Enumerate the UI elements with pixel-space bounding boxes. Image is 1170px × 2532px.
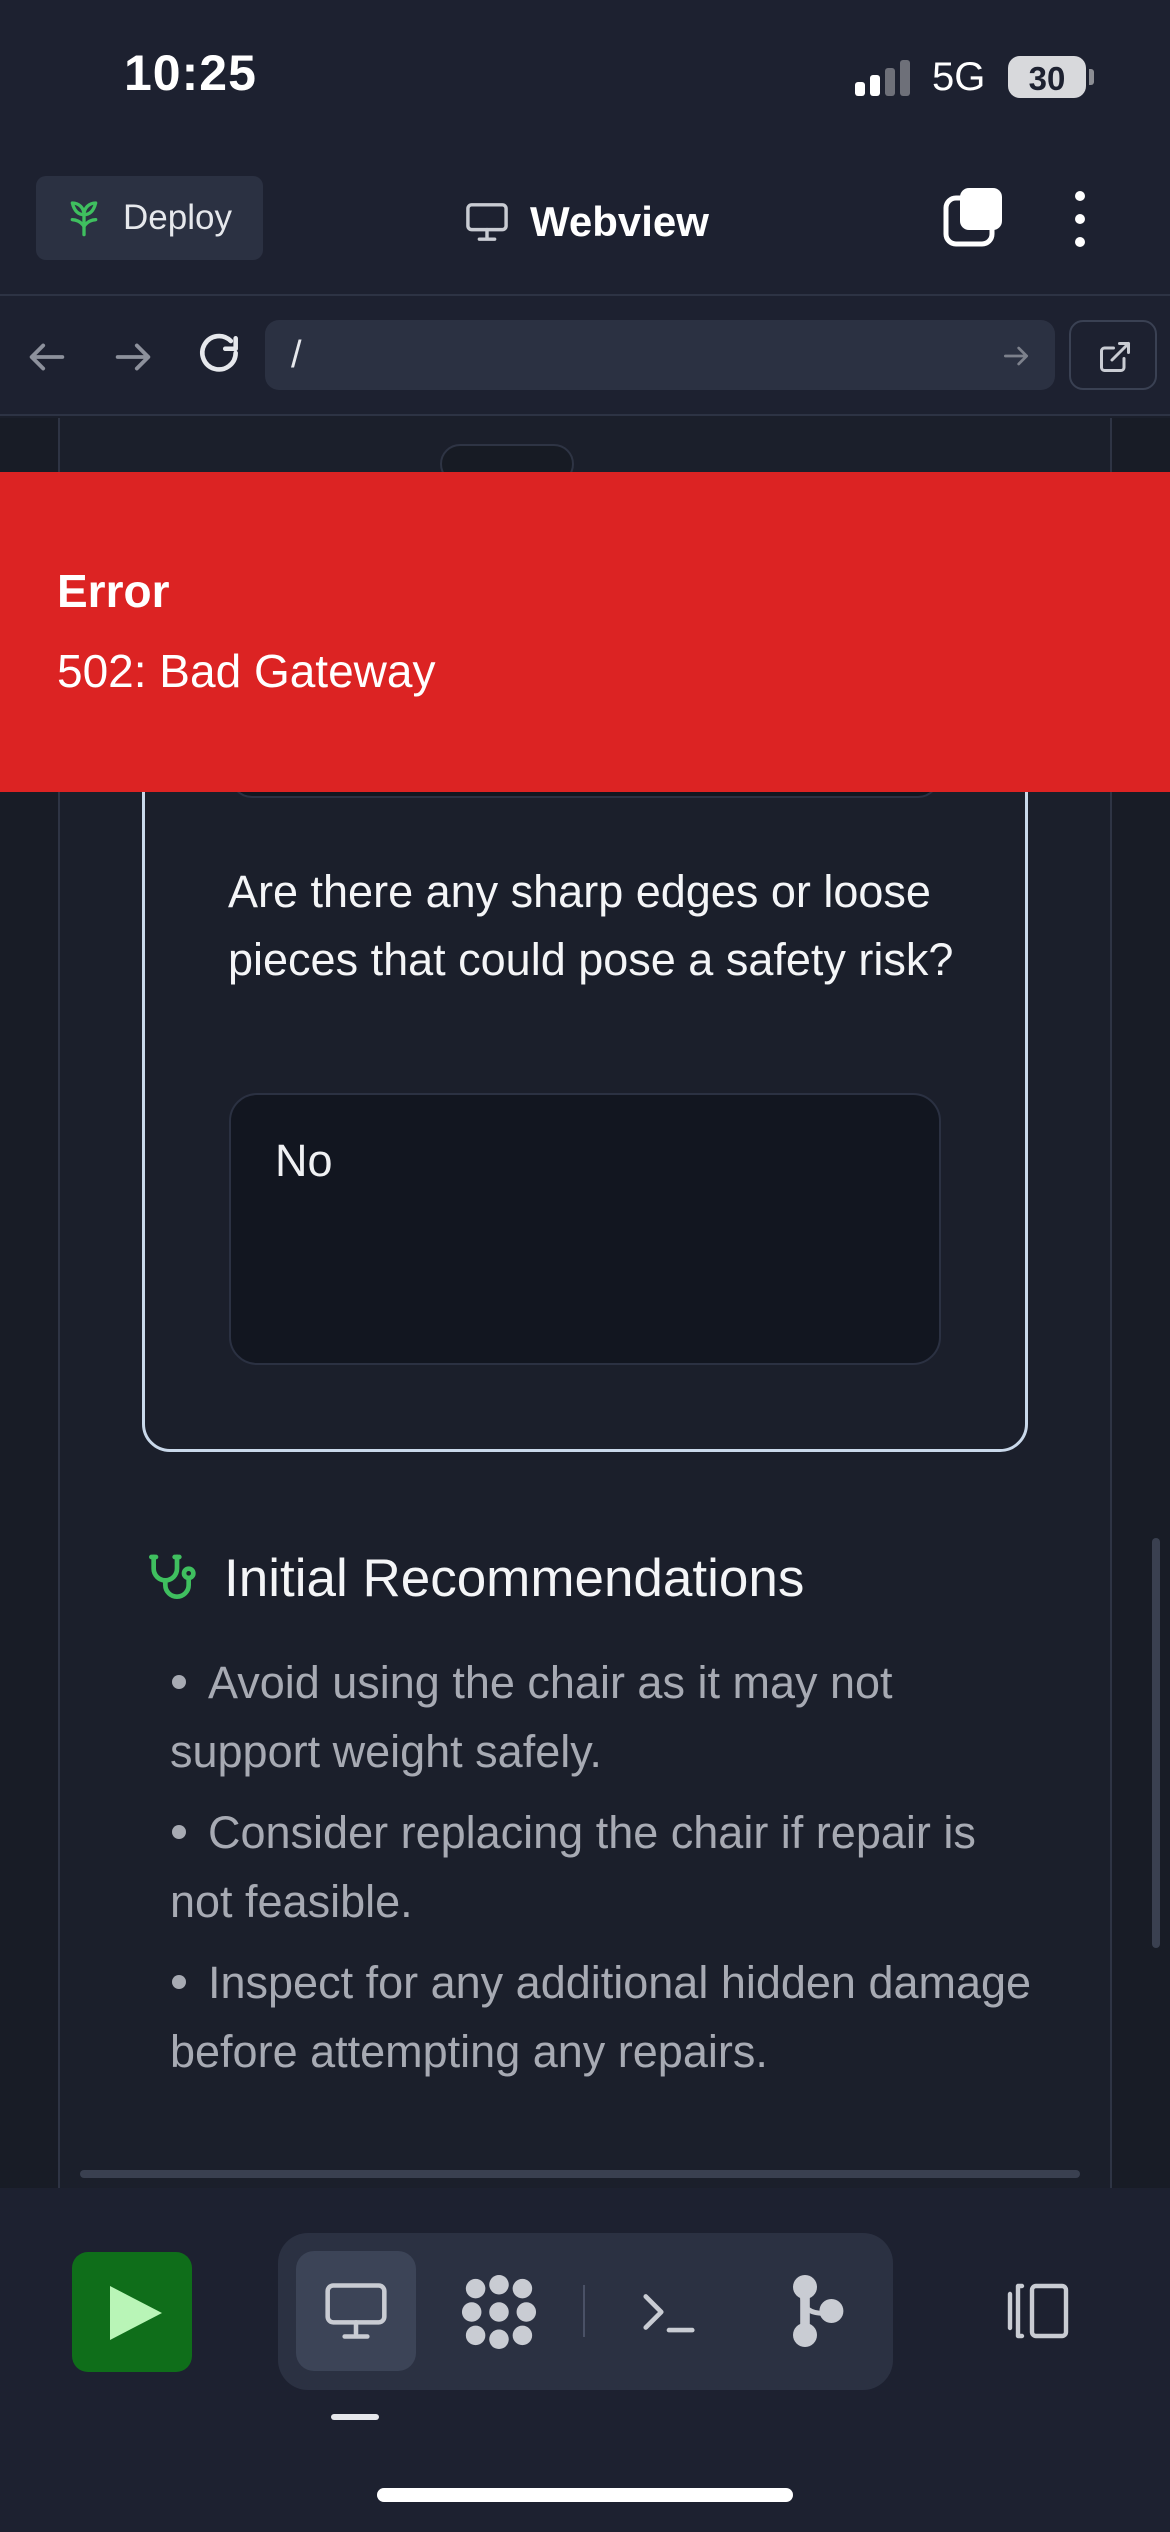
recommendations-list: Avoid using the chair as it may not supp… xyxy=(170,1648,1050,2098)
webview-tool-button[interactable] xyxy=(296,2251,416,2371)
grid-dots-icon[interactable] xyxy=(460,2273,538,2351)
panel-toggle-icon[interactable] xyxy=(1000,2280,1072,2342)
go-arrow-icon[interactable] xyxy=(1000,340,1032,372)
play-icon xyxy=(110,2286,162,2340)
list-item-text: Inspect for any additional hidden damage… xyxy=(170,1957,1032,2077)
url-input[interactable]: / xyxy=(265,320,1055,390)
error-message: 502: Bad Gateway xyxy=(57,645,436,697)
status-bar: 10:25 5G 30 xyxy=(0,0,1170,150)
answer-field[interactable]: No xyxy=(229,1093,941,1365)
bottom-toolbar xyxy=(0,2188,1170,2532)
webview-title: Webview xyxy=(464,194,709,250)
status-time: 10:25 xyxy=(124,45,257,101)
question-label: Are there any sharp edges or loose piece… xyxy=(228,866,954,985)
stethoscope-icon xyxy=(149,1554,196,1599)
error-banner: Error 502: Bad Gateway xyxy=(0,472,1170,792)
recommendations-header: Initial Recommendations xyxy=(142,1538,804,1618)
more-vertical-icon[interactable] xyxy=(1062,188,1098,250)
list-item: Avoid using the chair as it may not supp… xyxy=(170,1648,1050,1786)
list-item-text: Consider replacing the chair if repair i… xyxy=(170,1807,976,1927)
webview-label: Webview xyxy=(530,198,709,245)
home-indicator xyxy=(377,2488,793,2502)
list-item-text: Avoid using the chair as it may not supp… xyxy=(170,1657,893,1777)
list-item: Inspect for any additional hidden damage… xyxy=(170,1948,1050,2086)
arrow-left-icon[interactable] xyxy=(24,334,70,380)
app-header: Deploy Webview xyxy=(0,150,1170,296)
horizontal-scrollbar[interactable] xyxy=(80,2170,1080,2178)
signal-strength-icon xyxy=(855,60,915,96)
bullet xyxy=(172,1825,186,1840)
network-type: 5G xyxy=(932,55,986,99)
active-tool-indicator xyxy=(331,2414,379,2420)
deploy-button[interactable]: Deploy xyxy=(36,176,263,260)
list-item: Consider replacing the chair if repair i… xyxy=(170,1798,1050,1936)
deploy-icon xyxy=(70,201,98,237)
terminal-icon[interactable] xyxy=(638,2281,700,2343)
vertical-scrollbar[interactable] xyxy=(1152,1538,1160,1948)
monitor-icon xyxy=(325,2283,387,2339)
bullet xyxy=(172,1975,186,1990)
tabs-icon[interactable] xyxy=(942,186,1004,248)
url-text: / xyxy=(291,334,302,376)
run-button[interactable] xyxy=(72,2252,192,2372)
answer-value: No xyxy=(275,1135,333,1186)
battery-nub xyxy=(1089,69,1094,85)
deploy-label: Deploy xyxy=(123,198,232,237)
tool-switcher xyxy=(278,2233,893,2390)
external-link-icon xyxy=(1100,342,1130,372)
arrow-right-icon[interactable] xyxy=(110,334,156,380)
bullet xyxy=(172,1675,186,1690)
open-external-button[interactable] xyxy=(1069,320,1157,390)
reload-icon[interactable] xyxy=(194,330,244,380)
recommendations-title: Initial Recommendations xyxy=(224,1548,805,1608)
tool-divider xyxy=(583,2285,585,2337)
error-title: Error xyxy=(57,565,170,617)
git-branch-icon[interactable] xyxy=(788,2275,846,2347)
battery-icon: 30 xyxy=(1008,56,1086,98)
battery-level: 30 xyxy=(1028,60,1066,97)
monitor-icon xyxy=(466,203,508,241)
url-toolbar: / xyxy=(0,296,1170,416)
